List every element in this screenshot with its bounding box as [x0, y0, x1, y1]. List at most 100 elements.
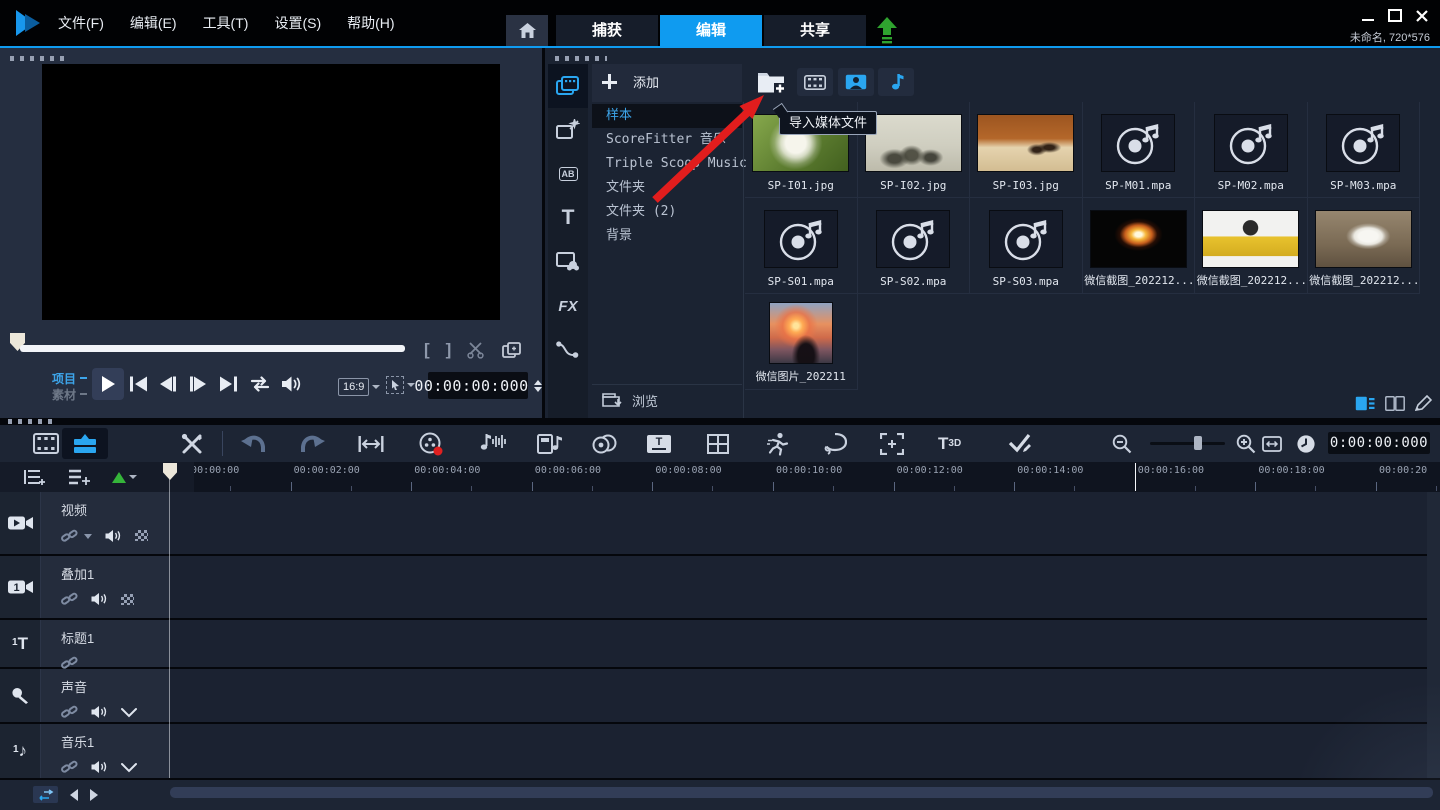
media-item[interactable]: SP-M03.mpa: [1308, 102, 1421, 198]
menu-item[interactable]: 编辑(E): [130, 13, 177, 33]
track-transparency-icon[interactable]: [121, 594, 134, 605]
volume-envelope-icon[interactable]: [121, 762, 137, 773]
menu-item[interactable]: 工具(T): [203, 13, 249, 33]
media-item[interactable]: 微信图片_202211: [745, 294, 858, 390]
import-media-button[interactable]: [753, 67, 791, 97]
scroll-left-button[interactable]: [70, 789, 78, 801]
link-icon[interactable]: [61, 705, 78, 719]
track-header[interactable]: 1 叠加1: [0, 556, 170, 618]
timeline-track-lane[interactable]: [170, 724, 1427, 778]
media-item[interactable]: 微信截图_202212...: [1308, 198, 1421, 294]
timeline-view-button[interactable]: [62, 428, 108, 459]
menu-item[interactable]: 帮助(H): [347, 13, 394, 33]
storyboard-view-button[interactable]: [33, 425, 59, 462]
scroll-right-button[interactable]: [90, 789, 98, 801]
timeline-ruler[interactable]: 00:00:00:00 00:00:02:00 00:00:04:00 00:0…: [0, 462, 1440, 492]
filter-videos-button[interactable]: [797, 68, 833, 96]
media-item[interactable]: SP-M02.mpa: [1195, 102, 1308, 198]
next-frame-button[interactable]: [190, 375, 206, 393]
dual-pane-view-button[interactable]: [1385, 396, 1405, 411]
track-manager-icon[interactable]: [24, 468, 46, 486]
ripple-edit-button[interactable]: [358, 425, 384, 462]
track-transparency-icon[interactable]: [135, 530, 148, 541]
redo-button[interactable]: [300, 425, 326, 462]
category-item[interactable]: 样本: [592, 104, 742, 128]
timeline-track-lane[interactable]: [170, 556, 1427, 618]
timecode-spinner[interactable]: [534, 380, 542, 392]
split-clip-icon[interactable]: [467, 342, 486, 359]
upload-arrow-icon[interactable]: [876, 17, 898, 44]
previous-frame-button[interactable]: [160, 375, 176, 393]
category-item[interactable]: 文件夹 (2): [592, 200, 742, 224]
menu-item[interactable]: 设置(S): [274, 13, 321, 33]
mode-tab[interactable]: 共享: [764, 15, 866, 46]
add-gallery-button[interactable]: 添加: [602, 72, 659, 91]
nav-filters[interactable]: FX: [548, 284, 588, 328]
nav-media[interactable]: [548, 64, 588, 108]
nav-motion-path[interactable]: [548, 328, 588, 372]
panel-drag-handle[interactable]: [555, 56, 607, 61]
mark-in-icon[interactable]: [: [424, 340, 430, 360]
maximize-button[interactable]: [1388, 9, 1402, 22]
track-header[interactable]: 视频: [0, 492, 170, 554]
multicam-button[interactable]: [880, 425, 904, 462]
mode-tab[interactable]: 捕获: [556, 15, 658, 46]
add-track-icon[interactable]: [68, 468, 90, 486]
category-item[interactable]: Triple Scoop Music: [592, 152, 742, 176]
overlay-options-button[interactable]: [592, 425, 618, 462]
horizontal-scrollbar[interactable]: [170, 787, 1433, 798]
category-item[interactable]: 文件夹: [592, 176, 742, 200]
track-mute-icon[interactable]: [91, 705, 108, 719]
vertical-scrollbar[interactable]: [1427, 492, 1440, 778]
undo-button[interactable]: [240, 425, 266, 462]
nav-instant-project[interactable]: [548, 108, 588, 152]
filter-photos-button[interactable]: [838, 68, 874, 96]
library-panel-view-button[interactable]: [1355, 396, 1375, 411]
chroma-marker-button[interactable]: [112, 471, 137, 483]
slider-thumb[interactable]: [1194, 436, 1202, 450]
close-button[interactable]: [1416, 10, 1428, 22]
duration-button[interactable]: [1296, 425, 1316, 462]
track-header[interactable]: 1T 标题1: [0, 620, 170, 667]
motion-tracking-button[interactable]: [766, 425, 790, 462]
track-header[interactable]: 1♪ 音乐1: [0, 724, 170, 778]
minimize-button[interactable]: [1362, 19, 1374, 21]
scrubber-track[interactable]: [20, 345, 405, 352]
subtitle-editor-button[interactable]: T: [647, 425, 671, 462]
media-item[interactable]: 微信截图_202212...: [1195, 198, 1308, 294]
media-item[interactable]: SP-I03.jpg: [970, 102, 1083, 198]
volume-button[interactable]: [282, 375, 302, 393]
timeline-zoom-slider[interactable]: [1150, 442, 1225, 445]
record-capture-button[interactable]: [418, 425, 444, 462]
nav-titles[interactable]: T: [548, 196, 588, 240]
go-to-end-button[interactable]: [220, 375, 237, 393]
loop-button[interactable]: [249, 375, 271, 393]
mark-out-icon[interactable]: ]: [446, 340, 452, 360]
nav-graphics[interactable]: [548, 240, 588, 284]
3d-title-button[interactable]: T3D: [938, 425, 961, 462]
play-button[interactable]: [92, 368, 124, 400]
split-screen-template-button[interactable]: [707, 425, 729, 462]
link-icon[interactable]: [61, 760, 78, 774]
timeline-track-lane[interactable]: [170, 620, 1427, 667]
link-caret-icon[interactable]: [84, 534, 92, 543]
media-item[interactable]: SP-M01.mpa: [1083, 102, 1196, 198]
swap-track-button[interactable]: [33, 786, 58, 803]
category-item[interactable]: 背景: [592, 224, 742, 248]
aspect-ratio-selector[interactable]: 16:9: [338, 378, 369, 396]
panel-drag-handle[interactable]: [8, 419, 54, 424]
track-mute-icon[interactable]: [91, 592, 108, 606]
selection-mode-button[interactable]: [386, 376, 404, 394]
track-mute-icon[interactable]: [105, 529, 122, 543]
track-header[interactable]: 声音: [0, 669, 170, 722]
timeline-track-lane[interactable]: [170, 492, 1427, 554]
zoom-in-button[interactable]: [1236, 425, 1256, 462]
timeline-track-lane[interactable]: [170, 669, 1427, 722]
media-item[interactable]: SP-S02.mpa: [858, 198, 971, 294]
sound-mixer-button[interactable]: [480, 425, 508, 462]
panel-drag-handle[interactable]: [10, 56, 68, 61]
edit-pencil-button[interactable]: [1415, 395, 1432, 411]
fit-timeline-button[interactable]: [1262, 425, 1282, 462]
tools-button[interactable]: [180, 425, 204, 462]
zoom-out-button[interactable]: [1112, 425, 1132, 462]
